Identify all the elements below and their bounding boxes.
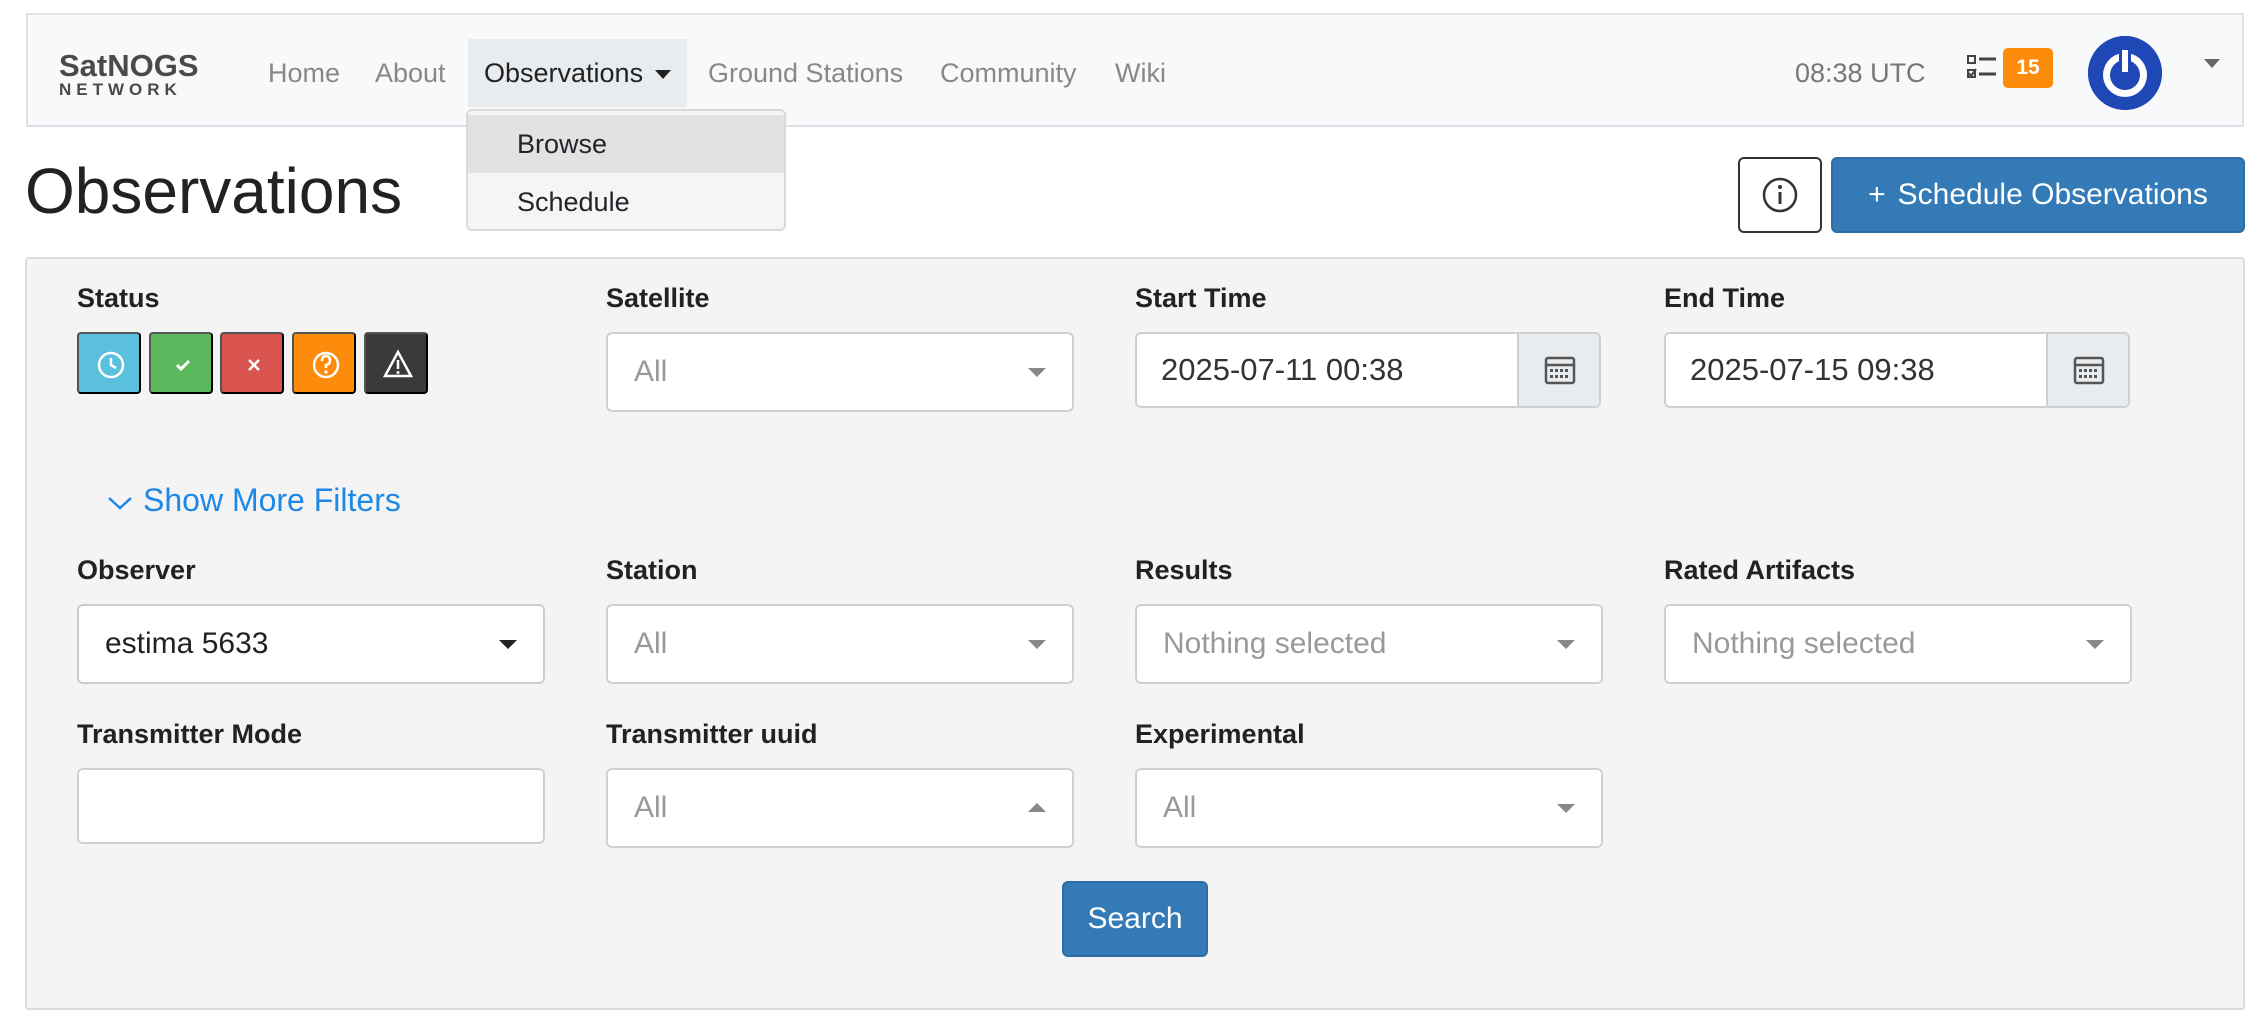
transmitter-mode-input[interactable] (77, 768, 545, 844)
rated-artifacts-select[interactable]: Nothing selected (1664, 604, 2132, 684)
task-count-badge[interactable]: 15 (2003, 48, 2053, 88)
start-time-label: Start Time (1135, 283, 1267, 313)
start-time-value: 2025-07-11 00:38 (1161, 352, 1404, 387)
page-title: Observations (25, 155, 403, 227)
nav-home[interactable]: Home (268, 39, 340, 107)
brand-subtitle: NETWORK (59, 80, 182, 99)
transmitter-uuid-label: Transmitter uuid (606, 719, 818, 749)
experimental-select-value: All (1163, 791, 1197, 824)
experimental-select[interactable]: All (1135, 768, 1603, 848)
chevron-down-icon (2086, 640, 2104, 649)
show-more-filters-label: Show More Filters (143, 482, 401, 518)
schedule-observations-button[interactable]: + Schedule Observations (1831, 157, 2245, 233)
status-bad-button[interactable] (220, 332, 284, 394)
dropdown-item-browse[interactable]: Browse (468, 115, 784, 173)
transmitter-uuid-select-value: All (634, 791, 668, 824)
end-time-input[interactable]: 2025-07-15 09:38 (1664, 332, 2130, 408)
status-failed-button[interactable] (364, 332, 428, 394)
satellite-label: Satellite (606, 283, 710, 313)
status-label: Status (77, 283, 160, 313)
satellite-select[interactable]: All (606, 332, 1074, 412)
nav-community[interactable]: Community (940, 39, 1077, 107)
station-select[interactable]: All (606, 604, 1074, 684)
rated-artifacts-select-value: Nothing selected (1692, 627, 1916, 660)
transmitter-mode-label: Transmitter Mode (77, 719, 303, 749)
nav-about[interactable]: About (375, 39, 446, 107)
calendar-icon[interactable] (2046, 334, 2128, 406)
warning-icon (382, 349, 414, 378)
schedule-observations-label: Schedule Observations (1897, 178, 2208, 211)
status-good-button[interactable] (149, 332, 213, 394)
plus-icon: + (1868, 178, 1886, 211)
status-future-button[interactable] (77, 332, 141, 394)
observer-select[interactable]: estima 5633 (77, 604, 545, 684)
start-time-input[interactable]: 2025-07-11 00:38 (1135, 332, 1601, 408)
rated-artifacts-label: Rated Artifacts (1664, 555, 1856, 585)
observer-select-value: estima 5633 (105, 627, 269, 660)
experimental-label: Experimental (1135, 719, 1305, 749)
end-time-label: End Time (1664, 283, 1786, 313)
task-list-icon[interactable] (1967, 53, 1997, 83)
info-button[interactable] (1738, 157, 1822, 233)
results-select[interactable]: Nothing selected (1135, 604, 1603, 684)
results-label: Results (1135, 555, 1233, 585)
station-select-value: All (634, 627, 668, 660)
user-menu-caret-icon[interactable] (2204, 59, 2220, 68)
user-avatar[interactable] (2088, 36, 2162, 110)
chevron-down-icon (108, 496, 132, 510)
dropdown-item-schedule[interactable]: Schedule (468, 173, 784, 231)
chevron-down-icon (1028, 640, 1046, 649)
satnogs-logo[interactable]: SatNOGS NETWORK (59, 49, 199, 100)
nav-ground-stations[interactable]: Ground Stations (708, 39, 903, 107)
brand-name: SatNOGS (59, 48, 199, 83)
end-time-value: 2025-07-15 09:38 (1690, 352, 1935, 387)
observer-label: Observer (77, 555, 196, 585)
check-icon (175, 359, 191, 372)
calendar-icon[interactable] (1517, 334, 1599, 406)
chevron-up-icon (1028, 803, 1046, 812)
clock-icon (97, 351, 125, 379)
caret-down-icon (655, 70, 672, 80)
caret-down-icon (499, 640, 517, 649)
chevron-down-icon (1557, 640, 1575, 649)
nav-observations-label: Observations (484, 58, 644, 88)
show-more-filters-link[interactable]: Show More Filters (107, 478, 401, 522)
station-label: Station (606, 555, 698, 585)
x-icon (248, 359, 260, 371)
info-icon (1762, 177, 1798, 213)
chevron-down-icon (1557, 804, 1575, 813)
question-icon (312, 351, 340, 379)
nav-wiki[interactable]: Wiki (1115, 39, 1166, 107)
utc-clock: 08:38 UTC (1795, 58, 1926, 88)
top-navbar: SatNOGS NETWORK Home About Observations … (26, 13, 2244, 127)
results-select-value: Nothing selected (1163, 627, 1387, 660)
chevron-down-icon (1028, 368, 1046, 377)
nav-observations[interactable]: Observations (468, 39, 688, 107)
observations-dropdown-menu: Browse Schedule (466, 109, 786, 231)
satellite-select-value: All (634, 355, 668, 388)
transmitter-uuid-select[interactable]: All (606, 768, 1074, 848)
status-unknown-button[interactable] (292, 332, 356, 394)
search-button[interactable]: Search (1062, 881, 1208, 957)
